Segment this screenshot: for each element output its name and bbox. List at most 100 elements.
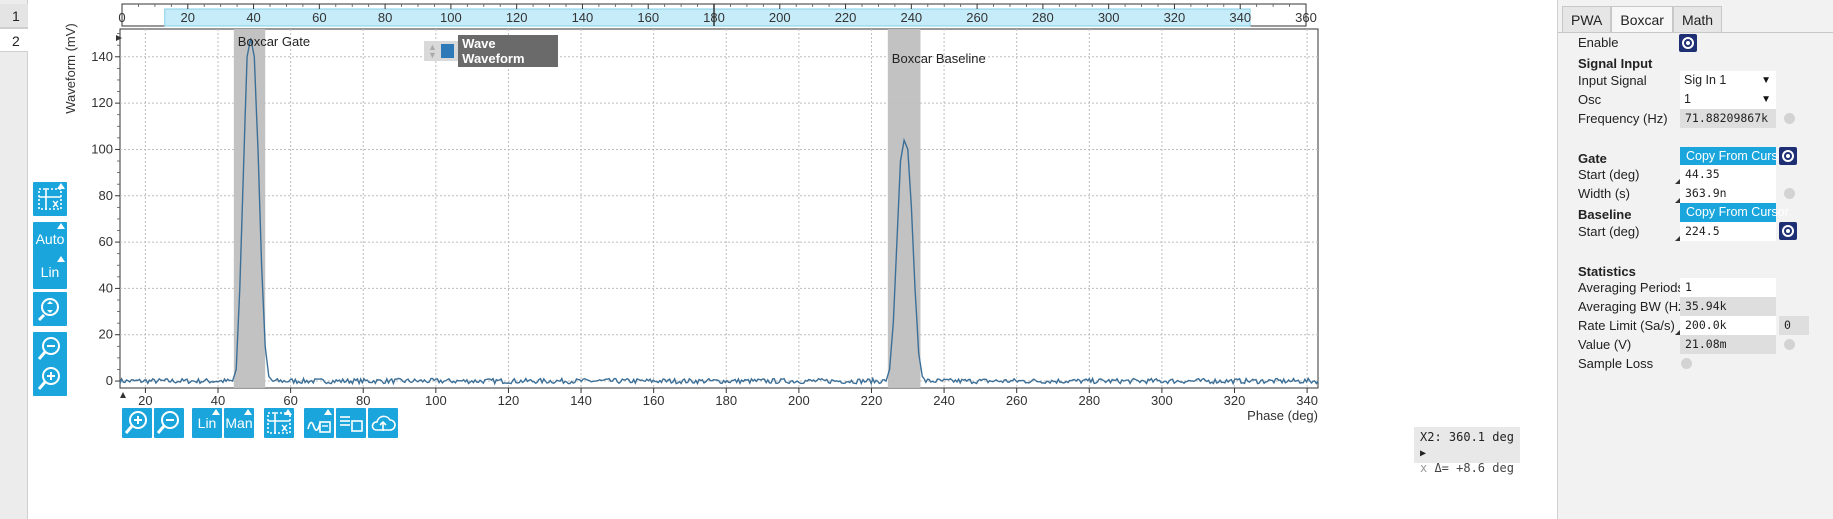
x-tick-label: 40 — [211, 393, 225, 408]
gate-width-label: Width (s) — [1578, 186, 1630, 201]
frequency-label: Frequency (Hz) — [1578, 111, 1668, 126]
x-man-scale-button[interactable]: Man — [224, 408, 254, 438]
save-data-button[interactable] — [336, 408, 366, 438]
signal-input-header: Signal Input — [1578, 56, 1653, 71]
input-signal-value: Sig In 1 — [1684, 73, 1727, 87]
overview-tick-label: 300 — [1098, 10, 1120, 25]
overview-tick-label: 120 — [506, 10, 528, 25]
baseline-start-input[interactable]: 224.5 — [1680, 222, 1776, 241]
zoom-out-icon — [37, 337, 60, 360]
zoom-out-y-button[interactable] — [33, 332, 67, 366]
cursor-readout: X2: 360.1 deg ▶ x Δ= +8.6 deg — [1414, 427, 1520, 475]
side-tab-2[interactable]: 2 — [0, 28, 28, 52]
zoom-in-x-button[interactable] — [122, 408, 152, 438]
x-tick-label: 200 — [788, 393, 810, 408]
panel-tabs: PWA Boxcar Math — [1562, 6, 1723, 32]
cloud-upload-button[interactable] — [368, 408, 398, 438]
legend-grip-icon[interactable]: ▲ ▼ — [428, 43, 437, 60]
sample-loss-led — [1681, 358, 1692, 369]
y-lin-label: Lin — [40, 264, 60, 280]
side-tab-1[interactable]: 1 — [0, 4, 28, 28]
y-cursor-button[interactable] — [33, 182, 67, 216]
x-tick-label: 100 — [425, 393, 447, 408]
x-lin-label: Lin — [197, 415, 217, 431]
overview-tick-label: 340 — [1229, 10, 1251, 25]
overview-tick-label: 160 — [637, 10, 659, 25]
boxcar-baseline-label: Boxcar Baseline — [892, 51, 986, 66]
zoom-out-x-button[interactable] — [154, 408, 184, 438]
cursor-x2-readout: X2: 360.1 deg ▶ — [1420, 430, 1514, 459]
y-tick-label: 40 — [99, 280, 113, 295]
overview-tick-label: 200 — [769, 10, 791, 25]
overview-tick-label: 220 — [835, 10, 857, 25]
overview-tick-label: 260 — [966, 10, 988, 25]
gate-start-input[interactable]: 44.35 — [1680, 165, 1776, 184]
rate-limit-label: Rate Limit (Sa/s) — [1578, 318, 1675, 333]
chevron-down-icon: ▼ — [1761, 94, 1771, 105]
gate-width-status-led — [1784, 188, 1795, 199]
overview-tick-label: 280 — [1032, 10, 1054, 25]
averaging-periods-input[interactable]: 1 — [1680, 278, 1776, 297]
y-axis-label: Waveform (mV) — [63, 23, 78, 114]
x-tick-label: 260 — [1006, 393, 1028, 408]
frequency-field: 71.88209867k — [1680, 109, 1776, 128]
save-data-icon — [340, 416, 363, 432]
x-tick-label: 140 — [570, 393, 592, 408]
gate-start-label: Start (deg) — [1578, 167, 1640, 182]
plot-area: 0 20 40 60 80 100 120 140 160 180 200 220 240 260 280 3… — [28, 0, 1557, 519]
auto-scale-label: Auto — [35, 231, 65, 247]
y-tick-label: 140 — [91, 49, 113, 64]
baseline-cursor-toggle[interactable] — [1779, 222, 1797, 240]
overview-tick-label: 0 — [118, 10, 125, 25]
overview-tick-label: 320 — [1164, 10, 1186, 25]
value-status-led — [1784, 339, 1795, 350]
frequency-status-led — [1784, 113, 1795, 124]
auto-scale-button[interactable]: Auto — [33, 222, 67, 256]
value-field: 21.08m — [1680, 335, 1776, 354]
zoom-in-icon — [37, 367, 60, 390]
y-tick-label: 0 — [106, 373, 113, 388]
x-tick-label: 300 — [1151, 393, 1173, 408]
baseline-header: Baseline — [1578, 207, 1632, 222]
copy-from-cursor-button[interactable]: Copy From Cursor — [1680, 203, 1789, 222]
save-image-button[interactable] — [304, 408, 334, 438]
y-lin-scale-button[interactable]: Lin — [33, 255, 67, 289]
zoom-in-y-button[interactable] — [33, 362, 67, 396]
input-signal-label: Input Signal — [1578, 73, 1647, 88]
x-tick-label: 280 — [1078, 393, 1100, 408]
tab-boxcar[interactable]: Boxcar — [1611, 6, 1673, 32]
boxcar-settings-panel: PWA Boxcar Math Enable Signal Input Inpu… — [1557, 0, 1833, 519]
plot-legend[interactable]: ▲ ▼ Wave Waveform — [424, 35, 558, 67]
cursor-delta-readout: x Δ= +8.6 deg — [1420, 461, 1514, 475]
x-tick-label: 80 — [356, 393, 370, 408]
cloud-upload-icon — [371, 415, 396, 431]
x-tick-label: 60 — [283, 393, 297, 408]
x-axis-label: Phase (deg) — [1247, 408, 1318, 423]
overview-tick-label: 80 — [378, 10, 392, 25]
waveform-plot[interactable]: 0 20 40 60 80 100 120 140 160 180 200 220 240 260 280 3… — [28, 0, 1557, 519]
zoom-vertical-button[interactable] — [33, 292, 67, 326]
x-cursor-button[interactable] — [264, 408, 294, 438]
x-tick-label: 160 — [643, 393, 665, 408]
zoom-out-icon — [156, 411, 179, 434]
tab-math[interactable]: Math — [1672, 6, 1723, 32]
x-lin-scale-button[interactable]: Lin — [192, 408, 222, 438]
zoom-vertical-icon — [37, 298, 59, 322]
overview-tick-label: 60 — [312, 10, 326, 25]
gate-header: Gate — [1578, 151, 1607, 166]
x-axis-marker-icon — [120, 392, 126, 398]
enable-toggle[interactable] — [1679, 34, 1697, 52]
x-tick-label: 120 — [498, 393, 520, 408]
overview-tick-label: 140 — [572, 10, 594, 25]
cursor-grid-icon — [38, 188, 62, 210]
plot-frame — [119, 28, 1319, 389]
gate-width-input[interactable]: 363.9n — [1680, 184, 1776, 203]
tab-pwa[interactable]: PWA — [1562, 6, 1612, 32]
sample-loss-label: Sample Loss — [1578, 356, 1654, 371]
rate-limit-input[interactable]: 200.0k — [1680, 316, 1776, 335]
legend-swatch — [441, 44, 455, 58]
input-signal-select[interactable]: Sig In 1 ▼ — [1680, 71, 1776, 90]
osc-select[interactable]: 1 ▼ — [1680, 90, 1776, 109]
copy-from-cursors-button[interactable]: Copy From Cursors — [1680, 147, 1795, 166]
gate-cursor-toggle[interactable] — [1779, 147, 1797, 165]
